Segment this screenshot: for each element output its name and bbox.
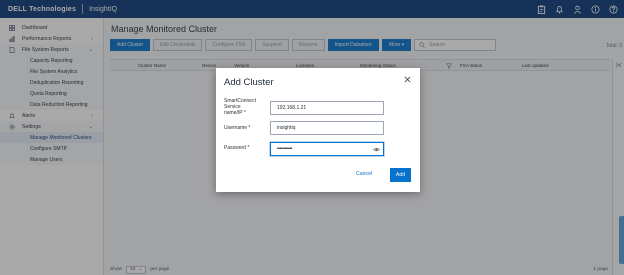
close-icon[interactable] <box>403 75 411 83</box>
dialog-title: Add Cluster <box>224 77 274 88</box>
password-value: •••••••••••• <box>277 146 293 152</box>
username-label: Username * <box>224 125 251 131</box>
add-cluster-dialog: Add Cluster SmartConnect Service name/IP… <box>216 68 420 192</box>
username-field[interactable]: insightiq <box>270 121 384 135</box>
username-value: insightiq <box>277 125 296 131</box>
password-label: Password * <box>224 145 250 151</box>
address-label: SmartConnect Service name/IP * <box>224 98 256 116</box>
show-password-icon[interactable] <box>373 146 380 153</box>
address-field[interactable]: 192.168.1.21 <box>270 101 384 115</box>
add-button[interactable]: Add <box>390 168 411 182</box>
cancel-button[interactable]: Cancel <box>356 171 372 177</box>
address-value: 192.168.1.21 <box>277 105 307 111</box>
password-field[interactable]: •••••••••••• <box>270 142 384 156</box>
